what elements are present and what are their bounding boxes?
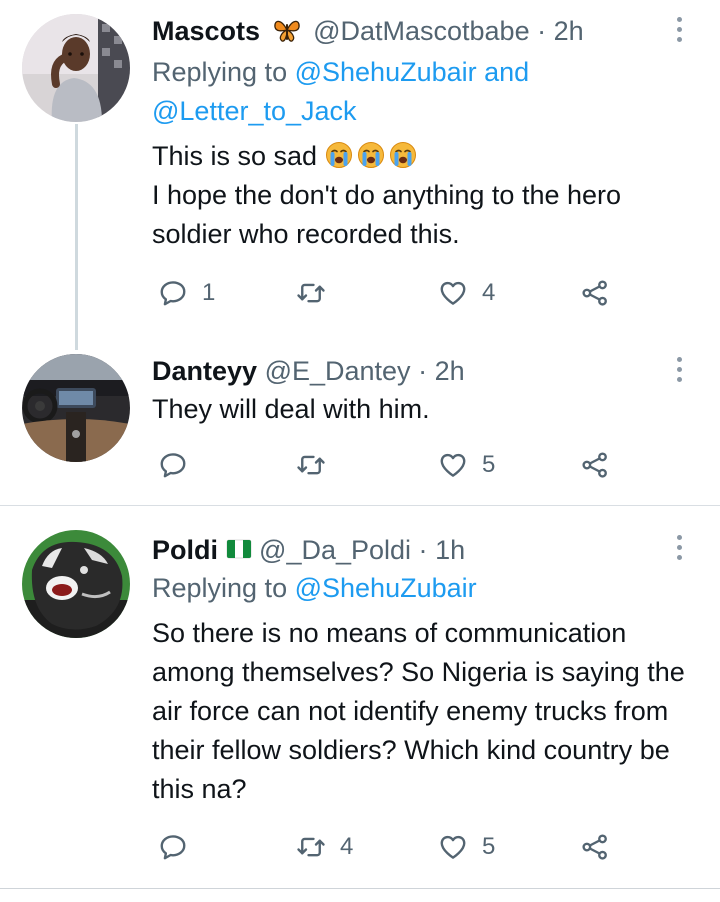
- retweet-button[interactable]: [296, 273, 326, 313]
- avatar[interactable]: [22, 530, 130, 638]
- tweet-header: Danteyy @E_Dantey · 2h: [152, 354, 465, 388]
- tweet-poldi[interactable]: Poldi @_Da_Poldi · 1h Replying to @Shehu…: [0, 520, 720, 885]
- action-bar: 5: [152, 445, 622, 485]
- action-bar: 4 5: [152, 827, 622, 867]
- retweet-button[interactable]: 4: [296, 827, 353, 867]
- avatar[interactable]: [22, 14, 130, 122]
- replying-to-label: Replying to: [152, 573, 288, 603]
- like-button[interactable]: 5: [438, 827, 495, 867]
- share-button[interactable]: [580, 445, 610, 485]
- like-button[interactable]: 5: [438, 445, 495, 485]
- tweet-header: Poldi @_Da_Poldi · 1h: [152, 533, 465, 567]
- tweet-danteyy[interactable]: Danteyy @E_Dantey · 2h They will deal wi…: [0, 340, 720, 505]
- reply-count: 1: [202, 279, 216, 306]
- like-icon: [438, 450, 468, 480]
- retweet-button[interactable]: [296, 445, 326, 485]
- bottom-divider: [0, 888, 720, 889]
- tweet-mascots[interactable]: Mascots @DatMascotbabe · 2h Replying to …: [0, 0, 720, 350]
- butterfly-emoji: [273, 20, 300, 42]
- tweet-divider: [0, 505, 720, 506]
- like-count: 4: [482, 279, 496, 306]
- display-name[interactable]: Danteyy: [152, 356, 257, 386]
- avatar-image: [22, 354, 130, 462]
- share-icon: [580, 450, 610, 480]
- avatar-image: [22, 14, 130, 122]
- replying-to-label: Replying to: [152, 57, 288, 87]
- mention-link[interactable]: @Letter_to_Jack: [152, 96, 357, 126]
- reply-button[interactable]: 1: [158, 273, 215, 313]
- share-icon: [580, 278, 610, 308]
- crying-face-emoji: [389, 141, 417, 169]
- like-button[interactable]: 4: [438, 273, 495, 313]
- handle[interactable]: @E_Dantey: [265, 356, 411, 386]
- separator-dot: ·: [418, 535, 428, 565]
- more-options-icon[interactable]: [668, 352, 690, 386]
- share-button[interactable]: [580, 827, 610, 867]
- tweet-text: So there is no means of communication am…: [152, 618, 685, 804]
- retweet-icon: [296, 450, 326, 480]
- share-icon: [580, 832, 610, 862]
- more-options-icon[interactable]: [668, 12, 690, 46]
- more-options-icon[interactable]: [668, 530, 690, 564]
- reply-icon: [158, 450, 188, 480]
- action-bar: 1 4: [152, 273, 622, 313]
- thread-line: [75, 124, 78, 350]
- like-icon: [438, 278, 468, 308]
- tweet-text: This is so sad I hope the don't do anyth…: [152, 137, 692, 254]
- mention-link[interactable]: @ShehuZubair: [295, 573, 477, 603]
- share-button[interactable]: [580, 273, 610, 313]
- retweet-count: 4: [340, 833, 354, 860]
- nigeria-flag-emoji: [226, 539, 251, 559]
- separator-dot: ·: [418, 356, 428, 386]
- handle[interactable]: @_Da_Poldi: [259, 535, 411, 565]
- display-name[interactable]: Mascots: [152, 16, 260, 46]
- timestamp[interactable]: 2h: [435, 356, 465, 386]
- reply-button[interactable]: [158, 445, 188, 485]
- separator-dot: ·: [537, 16, 547, 46]
- mention-and: and: [484, 57, 530, 87]
- crying-face-emoji: [325, 141, 353, 169]
- reply-button[interactable]: [158, 827, 188, 867]
- tweet-text: They will deal with him.: [152, 394, 430, 424]
- display-name[interactable]: Poldi: [152, 535, 218, 565]
- like-count: 5: [482, 451, 496, 478]
- replying-to: Replying to @ShehuZubair and @Letter_to_…: [152, 53, 529, 131]
- replying-to: Replying to @ShehuZubair: [152, 569, 477, 608]
- crying-face-emoji: [357, 141, 385, 169]
- mention-link[interactable]: @ShehuZubair: [295, 57, 477, 87]
- reply-icon: [158, 278, 188, 308]
- timestamp[interactable]: 1h: [435, 535, 465, 565]
- reply-icon: [158, 832, 188, 862]
- retweet-icon: [296, 832, 326, 862]
- handle[interactable]: @DatMascotbabe: [313, 16, 530, 46]
- tweet-text-line: This is so sad: [152, 141, 318, 171]
- like-count: 5: [482, 833, 496, 860]
- retweet-icon: [296, 278, 326, 308]
- avatar-image: [22, 530, 130, 638]
- avatar[interactable]: [22, 354, 130, 462]
- like-icon: [438, 832, 468, 862]
- tweet-text-body: I hope the don't do anything to the hero…: [152, 180, 622, 249]
- tweet-header: Mascots @DatMascotbabe · 2h: [152, 14, 584, 48]
- timestamp[interactable]: 2h: [554, 16, 584, 46]
